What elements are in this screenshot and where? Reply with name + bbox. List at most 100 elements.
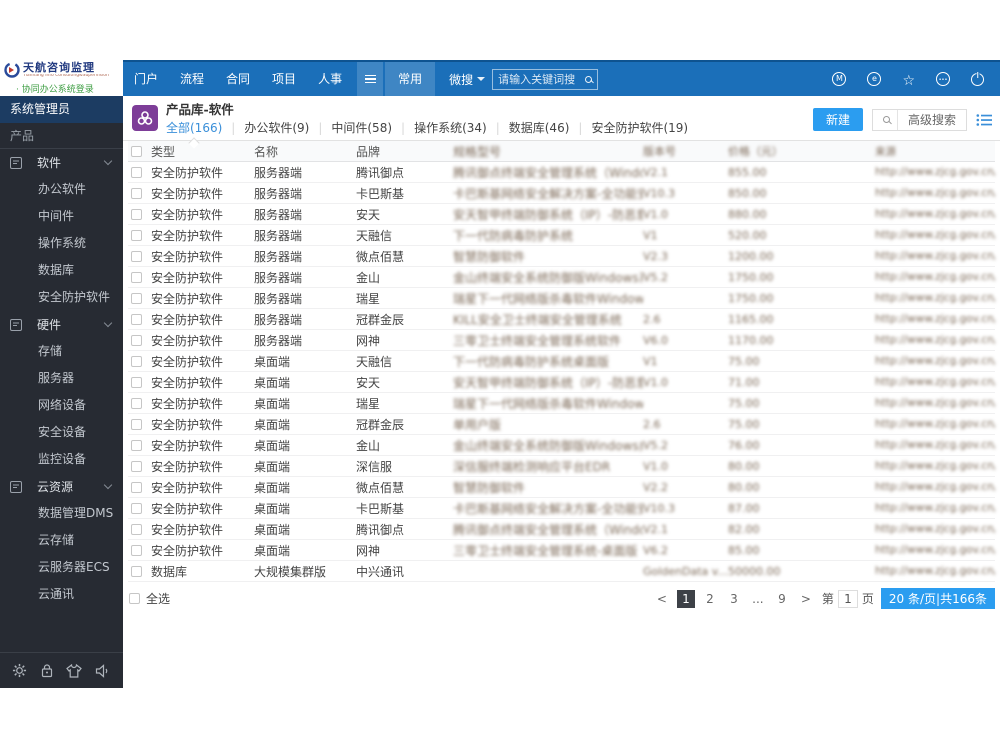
table-row[interactable]: 安全防护软件 桌面端 深信服 深信服终端检测响应平台EDR V1.0 80.00 http:… <box>128 456 995 477</box>
table-row[interactable]: 安全防护软件 桌面端 冠群金辰 单用户版 2.6 75.00 http://www.zjcg… <box>128 414 995 435</box>
table-row[interactable]: 安全防护软件 桌面端 金山 金山终端安全系统防御版Windows桌面版V5.2 76.0… <box>128 435 995 456</box>
module-label[interactable]: 产品 <box>0 123 123 149</box>
row-checkbox[interactable] <box>131 293 142 304</box>
row-checkbox[interactable] <box>131 335 142 346</box>
page-button-9[interactable]: 9 <box>773 590 791 608</box>
table-row[interactable]: 安全防护软件 桌面端 微点佰慧 智慧防御软件 V2.2 80.00 http://www.z… <box>128 477 995 498</box>
lock-icon[interactable] <box>40 663 54 678</box>
more-icon[interactable] <box>936 72 950 86</box>
tab-pinned[interactable]: 常用 <box>385 62 436 96</box>
page-button-2[interactable]: 2 <box>701 590 719 608</box>
page-button-<[interactable]: < <box>653 590 671 608</box>
select-all-checkbox[interactable] <box>129 593 140 604</box>
sidebar-item-1-1[interactable]: 服务器 <box>0 365 123 392</box>
page-button-3[interactable]: 3 <box>725 590 743 608</box>
row-checkbox[interactable] <box>131 440 142 451</box>
login-link[interactable]: · 协同办公系统登录 <box>4 82 119 95</box>
sidebar-item-0-0[interactable]: 办公软件 <box>0 176 123 203</box>
search-scope-dropdown[interactable]: 微搜 <box>449 71 486 88</box>
table-row[interactable]: 安全防护软件 服务器端 安天 安天智甲终端防御系统（IP）-防恶意代码版V1.0 880… <box>128 204 995 225</box>
table-row[interactable]: 安全防护软件 桌面端 瑞星 瑞星下一代网络版杀毒软件Windows桌面版 75.00 ht… <box>128 393 995 414</box>
row-checkbox[interactable] <box>131 356 142 367</box>
row-checkbox[interactable] <box>131 188 142 199</box>
row-checkbox[interactable] <box>131 566 142 577</box>
row-checkbox[interactable] <box>131 482 142 493</box>
select-all[interactable]: 全选 <box>129 590 170 607</box>
message-icon[interactable] <box>867 72 882 86</box>
tab-0[interactable]: 全部(166) <box>166 117 222 139</box>
table-row[interactable]: 安全防护软件 桌面端 卡巴斯基 卡巴斯基网络安全解决方案-全功能安全软件(KL4869… <box>128 498 995 519</box>
sidebar-item-0-2[interactable]: 操作系统 <box>0 230 123 257</box>
nav-item-3[interactable]: 项目 <box>261 62 307 96</box>
sidebar-section-2[interactable]: 云资源 <box>0 473 123 500</box>
tab-3[interactable]: 操作系统(34) <box>414 117 487 139</box>
theme-icon[interactable] <box>66 663 83 678</box>
table-row[interactable]: 安全防护软件 服务器端 瑞星 瑞星下一代网络版杀毒软件Windows版-服务器端 175… <box>128 288 995 309</box>
table-search-icon[interactable] <box>873 116 897 123</box>
sidebar-item-2-2[interactable]: 云服务器ECS <box>0 554 123 581</box>
row-checkbox[interactable] <box>131 503 142 514</box>
speaker-icon[interactable] <box>95 663 111 678</box>
row-checkbox[interactable] <box>131 209 142 220</box>
nav-item-4[interactable]: 人事 <box>307 62 353 96</box>
table-row[interactable]: 安全防护软件 服务器端 网神 三零卫士终端安全管理系统软件 V6.0 1170.00 htt… <box>128 330 995 351</box>
tab-2[interactable]: 中间件(58) <box>331 117 392 139</box>
nav-item-0[interactable]: 门户 <box>123 62 169 96</box>
page-size-info[interactable]: 20 条/页|共166条 <box>880 588 995 609</box>
page-button-...[interactable]: ... <box>749 590 767 608</box>
m-badge-icon[interactable] <box>832 72 847 86</box>
row-checkbox[interactable] <box>131 251 142 262</box>
row-checkbox[interactable] <box>131 314 142 325</box>
sidebar-section-1[interactable]: 硬件 <box>0 311 123 338</box>
power-icon[interactable] <box>971 72 984 86</box>
page-button-1[interactable]: 1 <box>676 589 695 608</box>
tab-5[interactable]: 安全防护软件(19) <box>591 117 688 139</box>
sidebar-item-0-3[interactable]: 数据库 <box>0 257 123 284</box>
table-row[interactable]: 安全防护软件 服务器端 金山 金山终端安全系统防御版Windows系统服务器端V5.2… <box>128 267 995 288</box>
row-checkbox[interactable] <box>131 272 142 283</box>
sidebar-item-1-0[interactable]: 存储 <box>0 338 123 365</box>
nav-item-2[interactable]: 合同 <box>215 62 261 96</box>
sidebar-item-0-1[interactable]: 中间件 <box>0 203 123 230</box>
table-row[interactable]: 安全防护软件 服务器端 卡巴斯基 卡巴斯基网络安全解决方案-全功能安全软件(KL486… <box>128 183 995 204</box>
star-icon[interactable] <box>902 70 915 89</box>
sidebar-item-1-4[interactable]: 监控设备 <box>0 446 123 473</box>
list-view-icon[interactable] <box>976 113 992 127</box>
table-row[interactable]: 安全防护软件 桌面端 天融信 下一代防病毒防护系统桌面版 V1 75.00 http://w… <box>128 351 995 372</box>
row-checkbox[interactable] <box>131 524 142 535</box>
table-row[interactable]: 安全防护软件 服务器端 微点佰慧 智慧防御软件 V2.3 1200.00 http://ww… <box>128 246 995 267</box>
row-checkbox[interactable] <box>131 419 142 430</box>
table-row[interactable]: 安全防护软件 桌面端 安天 安天智甲终端防御系统（IP）-防恶意代码版V1.0 71.0… <box>128 372 995 393</box>
row-checkbox[interactable] <box>131 377 142 388</box>
gear-icon[interactable] <box>12 663 27 678</box>
sidebar-item-2-1[interactable]: 云存储 <box>0 527 123 554</box>
row-checkbox[interactable] <box>131 545 142 556</box>
sidebar-item-2-0[interactable]: 数据管理DMS <box>0 500 123 527</box>
sidebar-item-1-2[interactable]: 网络设备 <box>0 392 123 419</box>
table-row[interactable]: 数据库 大规模集群版 中兴通讯 GoldenData v... 50000.00 http… <box>128 561 995 582</box>
table-row[interactable]: 安全防护软件 服务器端 腾讯御点 腾讯御点终端安全管理系统（Windows版）V2.1… <box>128 162 995 183</box>
tab-4[interactable]: 数据库(46) <box>509 117 570 139</box>
row-checkbox[interactable] <box>131 167 142 178</box>
sidebar-item-0-4[interactable]: 安全防护软件 <box>0 284 123 311</box>
global-search-input[interactable]: 请输入关键词搜 <box>492 68 599 90</box>
table-row[interactable]: 安全防护软件 服务器端 天融信 下一代防病毒防护系统 V1 520.00 http://ww… <box>128 225 995 246</box>
table-row[interactable]: 安全防护软件 桌面端 网神 三零卫士终端安全管理系统-桌面版 V6.2 85.00 http… <box>128 540 995 561</box>
sidebar-item-2-3[interactable]: 云通讯 <box>0 581 123 608</box>
table-row[interactable]: 安全防护软件 服务器端 冠群金辰 KILL安全卫士终端安全管理系统 2.6 1165.00… <box>128 309 995 330</box>
row-checkbox[interactable] <box>131 230 142 241</box>
sidebar-section-0[interactable]: 软件 <box>0 149 123 176</box>
tab-1[interactable]: 办公软件(9) <box>244 117 309 139</box>
page-jump-input[interactable]: 1 <box>837 589 858 608</box>
header-checkbox[interactable] <box>131 146 142 157</box>
row-checkbox[interactable] <box>131 461 142 472</box>
cell-src: http://www.zjcg.gov.cn/djcg/ <box>875 292 995 304</box>
apps-menu-icon[interactable] <box>357 62 384 96</box>
row-checkbox[interactable] <box>131 398 142 409</box>
nav-item-1[interactable]: 流程 <box>169 62 215 96</box>
new-button[interactable]: 新建 <box>812 108 863 131</box>
sidebar-item-1-3[interactable]: 安全设备 <box>0 419 123 446</box>
advanced-search-button[interactable]: 高级搜索 <box>896 109 966 130</box>
page-button->[interactable]: > <box>797 590 815 608</box>
table-row[interactable]: 安全防护软件 桌面端 腾讯御点 腾讯御点终端安全管理系统（Windows版）V2.1V… <box>128 519 995 540</box>
